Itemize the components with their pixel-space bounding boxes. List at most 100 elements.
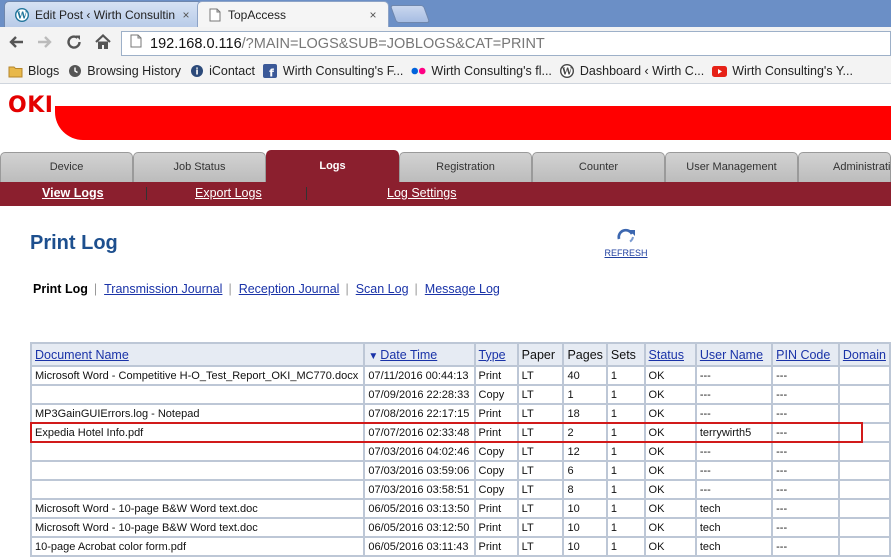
close-icon[interactable]: × (366, 8, 380, 22)
refresh-button[interactable]: REFRESH (602, 228, 650, 258)
oki-logo: OKI (8, 93, 54, 118)
table-row: Microsoft Word - Competitive H-O_Test_Re… (29, 365, 891, 386)
svg-text:W: W (16, 11, 28, 21)
cell-paper: LT (516, 460, 565, 481)
col-type[interactable]: Type (473, 342, 519, 367)
cell-pages: 6 (562, 460, 608, 481)
table-row: MP3GainGUIErrors.log - Notepad 07/08/2016… (29, 403, 891, 424)
col-header-label[interactable]: Domain (843, 348, 886, 362)
cell-paper: LT (516, 536, 565, 557)
tab-counter[interactable]: Counter (532, 152, 665, 182)
refresh-label: REFRESH (604, 248, 648, 258)
divider (306, 187, 307, 200)
print-log-table: Document Name ▼ Date Time Type Paper Page… (29, 342, 891, 557)
col-header-label[interactable]: Date Time (380, 348, 437, 362)
youtube-icon (712, 64, 728, 79)
cell-domain (837, 479, 891, 500)
cell-domain (837, 403, 891, 424)
bookmark-dashboard[interactable]: W Dashboard ‹ Wirth C... (560, 64, 704, 79)
bookmark-youtube[interactable]: Wirth Consulting's Y... (712, 64, 853, 79)
cell-date-time: 07/09/2016 22:28:33 (363, 384, 476, 405)
table-row: 07/09/2016 22:28:33 Copy LT 1 1 OK --- --- (29, 384, 891, 405)
wordpress-icon: W (560, 64, 575, 79)
col-status[interactable]: Status (643, 342, 697, 367)
cell-domain (837, 384, 891, 405)
cell-sets: 1 (605, 517, 646, 538)
sub-nav-export-logs[interactable]: Export Logs (195, 186, 262, 200)
tab-device[interactable]: Device (0, 152, 133, 182)
bookmark-flickr[interactable]: Wirth Consulting's fl... (411, 64, 552, 79)
bookmark-facebook[interactable]: f Wirth Consulting's F... (263, 64, 403, 79)
cell-user-name: tech (694, 536, 774, 557)
table-row: 07/03/2016 03:58:51 Copy LT 8 1 OK --- --- (29, 479, 891, 500)
icontact-icon: i (189, 64, 204, 79)
browser-tab-topaccess[interactable]: TopAccess × (197, 1, 389, 27)
col-header-label[interactable]: Type (479, 348, 506, 362)
log-type-reception-journal[interactable]: Reception Journal (239, 282, 340, 296)
col-header-label[interactable]: User Name (700, 348, 763, 362)
tab-logs[interactable]: Logs (266, 150, 399, 182)
forward-arrow-icon[interactable] (35, 33, 55, 53)
browser-tab-label: Edit Post ‹ Wirth Consultin (35, 7, 176, 22)
cell-date-time: 07/07/2016 02:33:48 (363, 422, 476, 443)
browser-tab-strip: W Edit Post ‹ Wirth Consultin × TopAcces… (0, 0, 891, 27)
sub-nav-log-settings[interactable]: Log Settings (387, 186, 457, 200)
log-type-scan-log[interactable]: Scan Log (356, 282, 409, 296)
cell-status: OK (643, 536, 697, 557)
cell-date-time: 07/11/2016 00:44:13 (363, 365, 476, 386)
log-type-transmission-journal[interactable]: Transmission Journal (104, 282, 222, 296)
col-date-time[interactable]: ▼ Date Time (363, 342, 476, 367)
cell-domain (837, 460, 891, 481)
wordpress-icon: W (15, 7, 29, 22)
bookmark-label: Wirth Consulting's Y... (732, 64, 853, 78)
table-row: 07/03/2016 03:59:06 Copy LT 6 1 OK --- --- (29, 460, 891, 481)
col-header-label[interactable]: Status (649, 348, 684, 362)
cell-user-name: --- (694, 460, 774, 481)
page-icon (130, 34, 144, 53)
browser-tab-edit-post[interactable]: W Edit Post ‹ Wirth Consultin × (4, 1, 202, 27)
reload-icon[interactable] (64, 33, 84, 53)
cell-domain (837, 365, 891, 386)
bookmark-icontact[interactable]: i iContact (189, 64, 255, 79)
col-header-label[interactable]: Document Name (35, 348, 129, 362)
cell-date-time: 06/05/2016 03:12:50 (363, 517, 476, 538)
col-pages: Pages (562, 342, 608, 367)
cell-status: OK (643, 460, 697, 481)
page-icon (208, 8, 222, 22)
col-user-name[interactable]: User Name (694, 342, 774, 367)
cell-type: Print (473, 365, 519, 386)
close-icon[interactable]: × (179, 8, 193, 22)
cell-pin-code: --- (771, 479, 840, 500)
flickr-icon (411, 64, 426, 79)
tab-job-status[interactable]: Job Status (133, 152, 266, 182)
col-domain[interactable]: Domain (837, 342, 891, 367)
col-pin-code[interactable]: PIN Code (771, 342, 840, 367)
cell-domain (837, 517, 891, 538)
bookmark-label: Wirth Consulting's F... (282, 64, 404, 78)
home-icon[interactable] (93, 33, 113, 53)
sub-nav-view-logs[interactable]: View Logs (42, 186, 104, 200)
folder-icon (8, 64, 23, 79)
bookmark-blogs[interactable]: Blogs (8, 64, 59, 79)
tab-registration[interactable]: Registration (399, 152, 532, 182)
cell-document-name (29, 460, 366, 481)
col-document-name[interactable]: Document Name (29, 342, 366, 367)
cell-type: Copy (473, 441, 519, 462)
cell-type: Print (473, 517, 519, 538)
cell-date-time: 06/05/2016 03:13:50 (363, 498, 476, 519)
log-type-message-log[interactable]: Message Log (425, 282, 500, 296)
back-arrow-icon[interactable] (6, 33, 26, 53)
cell-date-time: 07/03/2016 03:59:06 (363, 460, 476, 481)
cell-type: Copy (473, 384, 519, 405)
tab-user-management[interactable]: User Management (665, 152, 798, 182)
col-header-label[interactable]: PIN Code (776, 348, 830, 362)
new-tab-button[interactable] (389, 5, 431, 23)
cell-user-name: --- (694, 403, 774, 424)
cell-pages: 10 (562, 517, 608, 538)
bookmark-browsing-history[interactable]: Browsing History (67, 64, 181, 79)
col-paper: Paper (516, 342, 565, 367)
tab-administration[interactable]: Administration (798, 152, 891, 182)
address-bar[interactable]: 192.168.0.116/?MAIN=LOGS&SUB=JOBLOGS&CAT… (121, 31, 891, 56)
cell-pin-code: --- (771, 498, 840, 519)
table-row: 10-page Acrobat color form.pdf 06/05/2016… (29, 536, 891, 557)
